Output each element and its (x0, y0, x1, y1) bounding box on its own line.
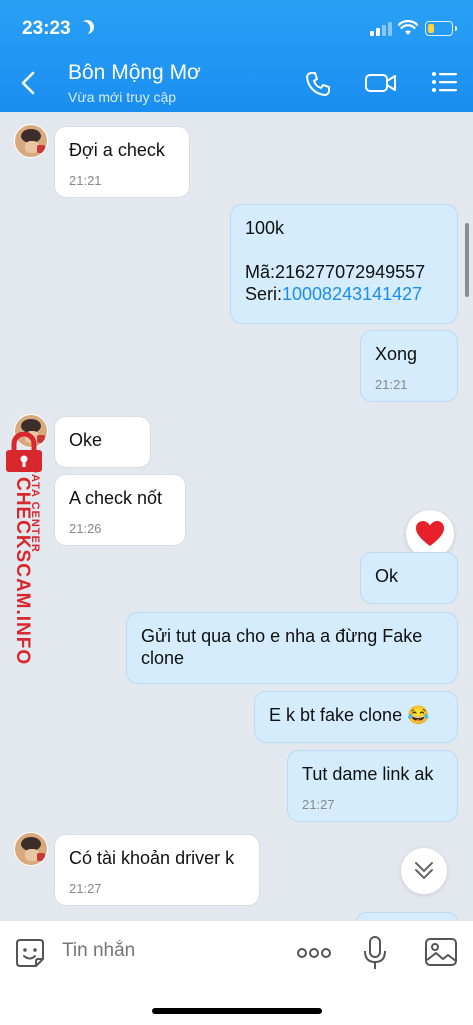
more-icon[interactable] (296, 947, 332, 959)
video-icon[interactable] (364, 70, 398, 96)
message-line: clone (141, 648, 185, 668)
avatar[interactable] (14, 832, 48, 866)
message-line: Gửi tut qua cho e nha a đừng Fake (141, 626, 423, 646)
message-time: 21:21 (69, 173, 102, 188)
heart-icon (416, 521, 444, 546)
chat-header: 23:23 Bôn Mộng Mơ Vừa mới truy cập (0, 0, 473, 112)
reaction-heart[interactable] (406, 510, 454, 558)
chevron-double-down-icon (415, 862, 433, 880)
message-text: E k bt fake clone 😂 (269, 705, 430, 725)
message-time: 21:21 (375, 377, 408, 392)
avatar[interactable] (14, 124, 48, 158)
message-bubble-incoming[interactable]: A check nốt 21:26 (54, 474, 186, 546)
message-text: Có tài khoản driver k (69, 848, 235, 868)
seri-link[interactable]: 10008243141427 (282, 284, 422, 304)
seri-label: Seri: (245, 284, 283, 304)
image-icon[interactable] (424, 937, 458, 967)
message-bubble-incoming[interactable]: Có tài khoản driver k 21:27 (54, 834, 260, 906)
message-line: Mã:216277072949557 (245, 262, 426, 282)
message-text: Xong (375, 344, 418, 364)
message-text: A check nốt (69, 488, 163, 508)
message-bubble-outgoing[interactable]: E k bt fake clone 😂 (254, 691, 458, 743)
message-line (245, 239, 443, 261)
phone-icon[interactable] (304, 70, 332, 98)
signal-icon (370, 22, 394, 36)
battery-icon (425, 21, 457, 36)
menu-icon[interactable] (431, 70, 459, 94)
scroll-to-bottom-button[interactable] (401, 848, 447, 894)
message-text: Ok (375, 566, 399, 586)
message-bubble-outgoing[interactable]: Tut dame link ak 21:27 (287, 750, 458, 822)
moon-icon (78, 18, 96, 36)
home-indicator[interactable] (152, 1008, 322, 1014)
message-time: 21:26 (69, 521, 102, 536)
mic-icon[interactable] (362, 935, 388, 971)
message-text: Oke (69, 430, 103, 450)
message-text: Đợi a check (69, 140, 165, 160)
back-icon[interactable] (18, 70, 38, 96)
status-time: 23:23 (22, 18, 71, 39)
wifi-icon (398, 20, 418, 35)
message-line: 100k (245, 218, 285, 238)
message-bubble-outgoing[interactable]: Xong 21:21 (360, 330, 458, 402)
message-bubble-incoming[interactable]: Oke (54, 416, 151, 468)
message-text: Tut dame link ak (302, 764, 434, 784)
watermark-text: CHECKSCAM.INFO (12, 477, 33, 666)
message-bubble-incoming[interactable]: Đợi a check 21:21 (54, 126, 190, 198)
message-time: 21:27 (302, 797, 335, 812)
message-bubble-outgoing[interactable]: Ok (360, 552, 458, 604)
message-input[interactable] (60, 939, 264, 963)
message-time: 21:27 (69, 881, 102, 896)
message-line: Seri:10008243141427 (245, 283, 443, 305)
message-bubble-outgoing[interactable]: Gửi tut qua cho e nha a đừng Fake clone (126, 612, 458, 684)
contact-name[interactable]: Bôn Mộng Mơ (68, 61, 201, 85)
message-bubble-outgoing[interactable]: 100k Mã:216277072949557 Seri:10008243141… (230, 204, 458, 324)
sticker-icon[interactable] (14, 937, 46, 969)
scrollbar[interactable] (465, 223, 469, 297)
contact-status: Vừa mới truy cập (68, 89, 177, 105)
